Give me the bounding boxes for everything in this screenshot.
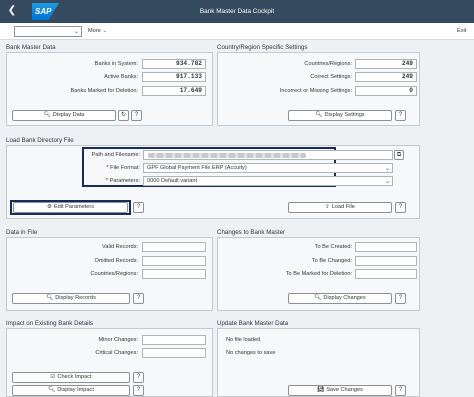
minor-changes-value [142, 335, 206, 345]
display-changes-label: Display Changes [323, 295, 366, 301]
countries-value: 249 [355, 59, 417, 69]
settings-icon: ⚙ [46, 204, 52, 210]
edit-parameters-button[interactable]: ⚙ Edit Parameters [13, 202, 128, 213]
correct-settings-value: 249 [355, 72, 417, 82]
countries-in-file-value [142, 269, 206, 279]
exit-button[interactable]: Exit [457, 26, 466, 37]
critical-changes-label: Critical Changes: [95, 350, 138, 356]
parameters-label-text: Parameters: [109, 178, 140, 184]
file-format-label-text: File Format: [110, 165, 140, 171]
search-icon: 🔍︎ [314, 295, 322, 301]
active-banks-value: 917.133 [142, 72, 206, 82]
check-impact-label: Check Impact [57, 374, 92, 380]
countries-label: Countries/Regions: [304, 61, 352, 67]
help-icon[interactable]: ? [133, 293, 144, 304]
check-impact-button[interactable]: ☑ Check Impact [12, 372, 130, 383]
upload-icon: ⇪ [325, 204, 330, 210]
critical-changes-value [142, 348, 206, 358]
valid-records-label: Valid Records: [102, 244, 138, 250]
redacted-path [148, 153, 306, 158]
check-icon: ☑ [50, 374, 56, 380]
section-title-changes: Changes to Bank Master [217, 229, 286, 236]
section-title-data-in-file: Data in File [6, 229, 38, 236]
file-format-value: GPF Global Payment File ERP (Accuity) [147, 165, 247, 171]
section-title-bank-master-data: Bank Master Data [6, 44, 56, 51]
help-icon[interactable]: ? [395, 202, 406, 213]
active-banks-label: Active Banks: [104, 74, 138, 80]
parameters-select[interactable]: 0000 Default variant ⌄ [143, 176, 393, 186]
help-icon[interactable]: ? [395, 385, 406, 396]
section-title-country-settings: Country/Region Specific Settings [217, 44, 308, 51]
to-be-created-value [355, 242, 417, 252]
refresh-icon[interactable]: ↻ [118, 110, 129, 121]
banks-in-system-label: Banks in System: [94, 61, 138, 67]
correct-settings-label: Correct Settings: [310, 74, 352, 80]
to-be-marked-value [355, 269, 417, 279]
search-icon: 🔍︎ [48, 387, 56, 393]
omitted-records-label: Omitted Records: [94, 258, 138, 264]
load-file-label: Load File [331, 204, 355, 210]
file-format-select[interactable]: GPF Global Payment File ERP (Accuity) ⌄ [143, 163, 393, 173]
copy-icon[interactable]: ⧉ [394, 150, 404, 160]
save-changes-button[interactable]: 💾︎ Save Changes [288, 385, 392, 396]
more-label: More [88, 28, 101, 34]
section-title-impact: Impact on Existing Bank Details [6, 320, 94, 327]
display-settings-label: Display Settings [324, 112, 365, 118]
display-records-button[interactable]: 🔍︎ Display Records [12, 293, 130, 304]
edit-parameters-label: Edit Parameters [53, 204, 95, 210]
section-title-load-bank-directory: Load Bank Directory File [6, 137, 74, 144]
display-data-button[interactable]: 🔍︎ Display Data [12, 110, 116, 121]
countries-in-file-label: Countries/Regions: [90, 271, 138, 277]
banks-marked-label: Banks Marked for Deletion: [70, 88, 138, 94]
chevron-down-icon: ⌄ [73, 29, 79, 35]
help-icon[interactable]: ? [131, 110, 142, 121]
chevron-down-icon: ⌄ [384, 166, 390, 172]
display-impact-button[interactable]: 🔍︎ Display Impact [12, 385, 130, 396]
chevron-down-icon: ⌄ [102, 28, 107, 34]
parameters-label: * Parameters: [105, 178, 140, 184]
help-icon[interactable]: ? [133, 372, 144, 383]
search-icon: 🔍︎ [43, 112, 51, 118]
display-data-label: Display Data [52, 112, 85, 118]
path-label: Path and Filename: [91, 152, 140, 158]
display-changes-button[interactable]: 🔍︎ Display Changes [288, 293, 392, 304]
section-title-update: Update Bank Master Data [217, 320, 289, 327]
omitted-records-value [142, 256, 206, 266]
display-settings-button[interactable]: 🔍︎ Display Settings [288, 110, 392, 121]
update-status-file: No file loaded [226, 337, 261, 343]
help-icon[interactable]: ? [133, 385, 144, 396]
incorrect-settings-value: 0 [355, 86, 417, 96]
incorrect-settings-label: Incorrect or Missing Settings: [279, 88, 352, 94]
display-impact-label: Display Impact [57, 387, 94, 393]
update-status-changes: No changes to save [226, 350, 276, 356]
load-file-button[interactable]: ⇪ Load File [288, 202, 392, 213]
help-icon[interactable]: ? [395, 293, 406, 304]
to-be-marked-label: To Be Marked for Deletion: [285, 271, 352, 277]
search-icon: 🔍︎ [46, 295, 54, 301]
save-icon: 💾︎ [317, 387, 325, 393]
to-be-changed-value [355, 256, 417, 266]
help-icon[interactable]: ? [395, 110, 406, 121]
banks-marked-value: 17.649 [142, 86, 206, 96]
parameters-value: 0000 Default variant [147, 178, 198, 184]
minor-changes-label: Minor Changes: [98, 337, 139, 343]
display-records-label: Display Records [55, 295, 96, 301]
chevron-down-icon: ⌄ [384, 179, 390, 185]
to-be-created-label: To Be Created: [314, 244, 352, 250]
search-icon: 🔍︎ [315, 112, 323, 118]
save-changes-label: Save Changes [326, 387, 363, 393]
valid-records-value [142, 242, 206, 252]
path-input[interactable] [143, 150, 393, 160]
to-be-changed-label: To Be Changed: [311, 258, 352, 264]
banks-in-system-value: 934.782 [142, 59, 206, 69]
back-icon[interactable]: ❮ [6, 5, 18, 17]
app-title: Bank Master Data Cockpit [199, 8, 275, 15]
help-icon[interactable]: ? [133, 202, 144, 213]
variant-select[interactable]: ⌄ [14, 26, 82, 37]
file-format-label: * File Format: [106, 165, 140, 171]
more-menu[interactable]: More ⌄ [88, 26, 107, 37]
